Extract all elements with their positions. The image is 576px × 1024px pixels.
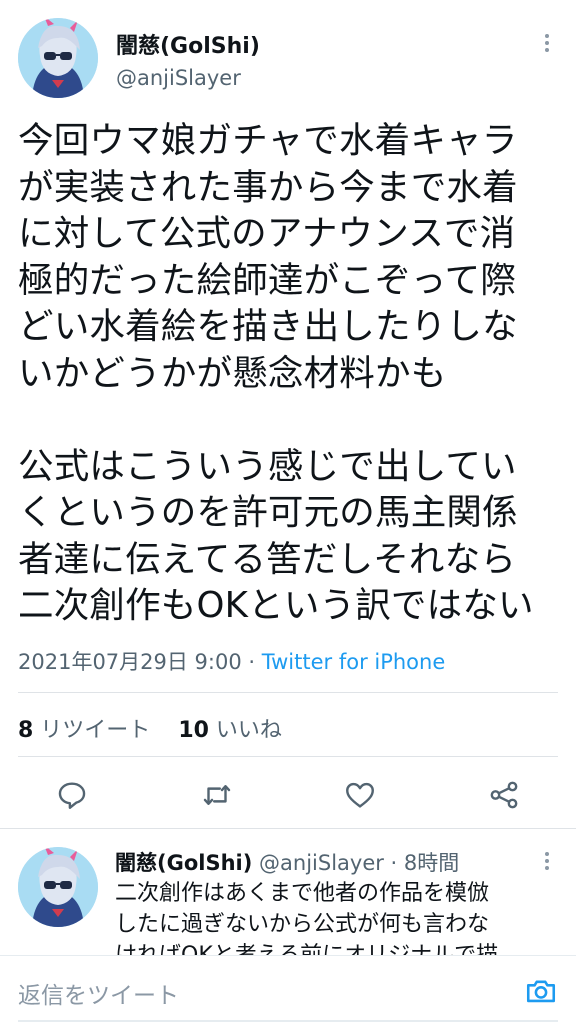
retweet-icon[interactable] (200, 778, 234, 812)
more-options-icon[interactable] (537, 28, 557, 58)
reply-compose-input[interactable]: 返信をツイート (18, 976, 179, 1010)
likes-count-link[interactable]: 10 いいね (178, 718, 282, 743)
reply-more-options-icon[interactable] (537, 846, 557, 876)
retweet-label: リツイート (33, 718, 151, 743)
compose-underline (18, 1020, 558, 1022)
like-label: いいね (208, 718, 282, 743)
reply-body: 二次創作はあくまで他者の作品を模倣 したに過ぎないから公式が何も言わな ければO… (115, 881, 498, 955)
tweet-body: 今回ウマ娘ガチャで水着キャラ が実装された事から今まで水着 に対して公式のアナウ… (18, 120, 534, 626)
divider (18, 692, 558, 693)
tweet-meta: 2021年07月29日 9:00 · Twitter for iPhone (18, 646, 445, 676)
reply-avatar[interactable] (18, 847, 98, 927)
camera-icon[interactable] (524, 974, 558, 1008)
reply-header: 闇慈(GolShi) @anjiSlayer · 8時間 (115, 847, 459, 877)
like-icon[interactable] (343, 778, 377, 812)
action-bar (0, 778, 576, 812)
tweet-source-link[interactable]: Twitter for iPhone (262, 650, 446, 674)
reply-meta: @anjiSlayer · 8時間 (252, 851, 460, 875)
divider (18, 756, 558, 757)
author-avatar[interactable] (18, 18, 98, 98)
engagement-counts: 8 リツイート 10 いいね (18, 712, 282, 744)
retweets-count-link[interactable]: 8 リツイート (18, 718, 150, 743)
reply-compose-bar: 返信をツイート (0, 955, 576, 1024)
reply-tweet[interactable]: 闇慈(GolShi) @anjiSlayer · 8時間 二次創作はあくまで他者… (0, 830, 576, 955)
reply-icon[interactable] (55, 778, 89, 812)
meta-separator: · (241, 650, 262, 674)
reply-author-name[interactable]: 闇慈(GolShi) (115, 851, 252, 875)
retweet-count: 8 (18, 718, 34, 743)
divider (0, 828, 576, 829)
like-count: 10 (178, 718, 209, 743)
share-icon[interactable] (487, 778, 521, 812)
avatar-image (18, 847, 98, 927)
author-name[interactable]: 闇慈(GolShi) (116, 28, 260, 60)
avatar-image (18, 18, 98, 98)
author-handle[interactable]: @anjiSlayer (116, 66, 241, 90)
tweet-timestamp: 2021年07月29日 9:00 (18, 650, 242, 674)
